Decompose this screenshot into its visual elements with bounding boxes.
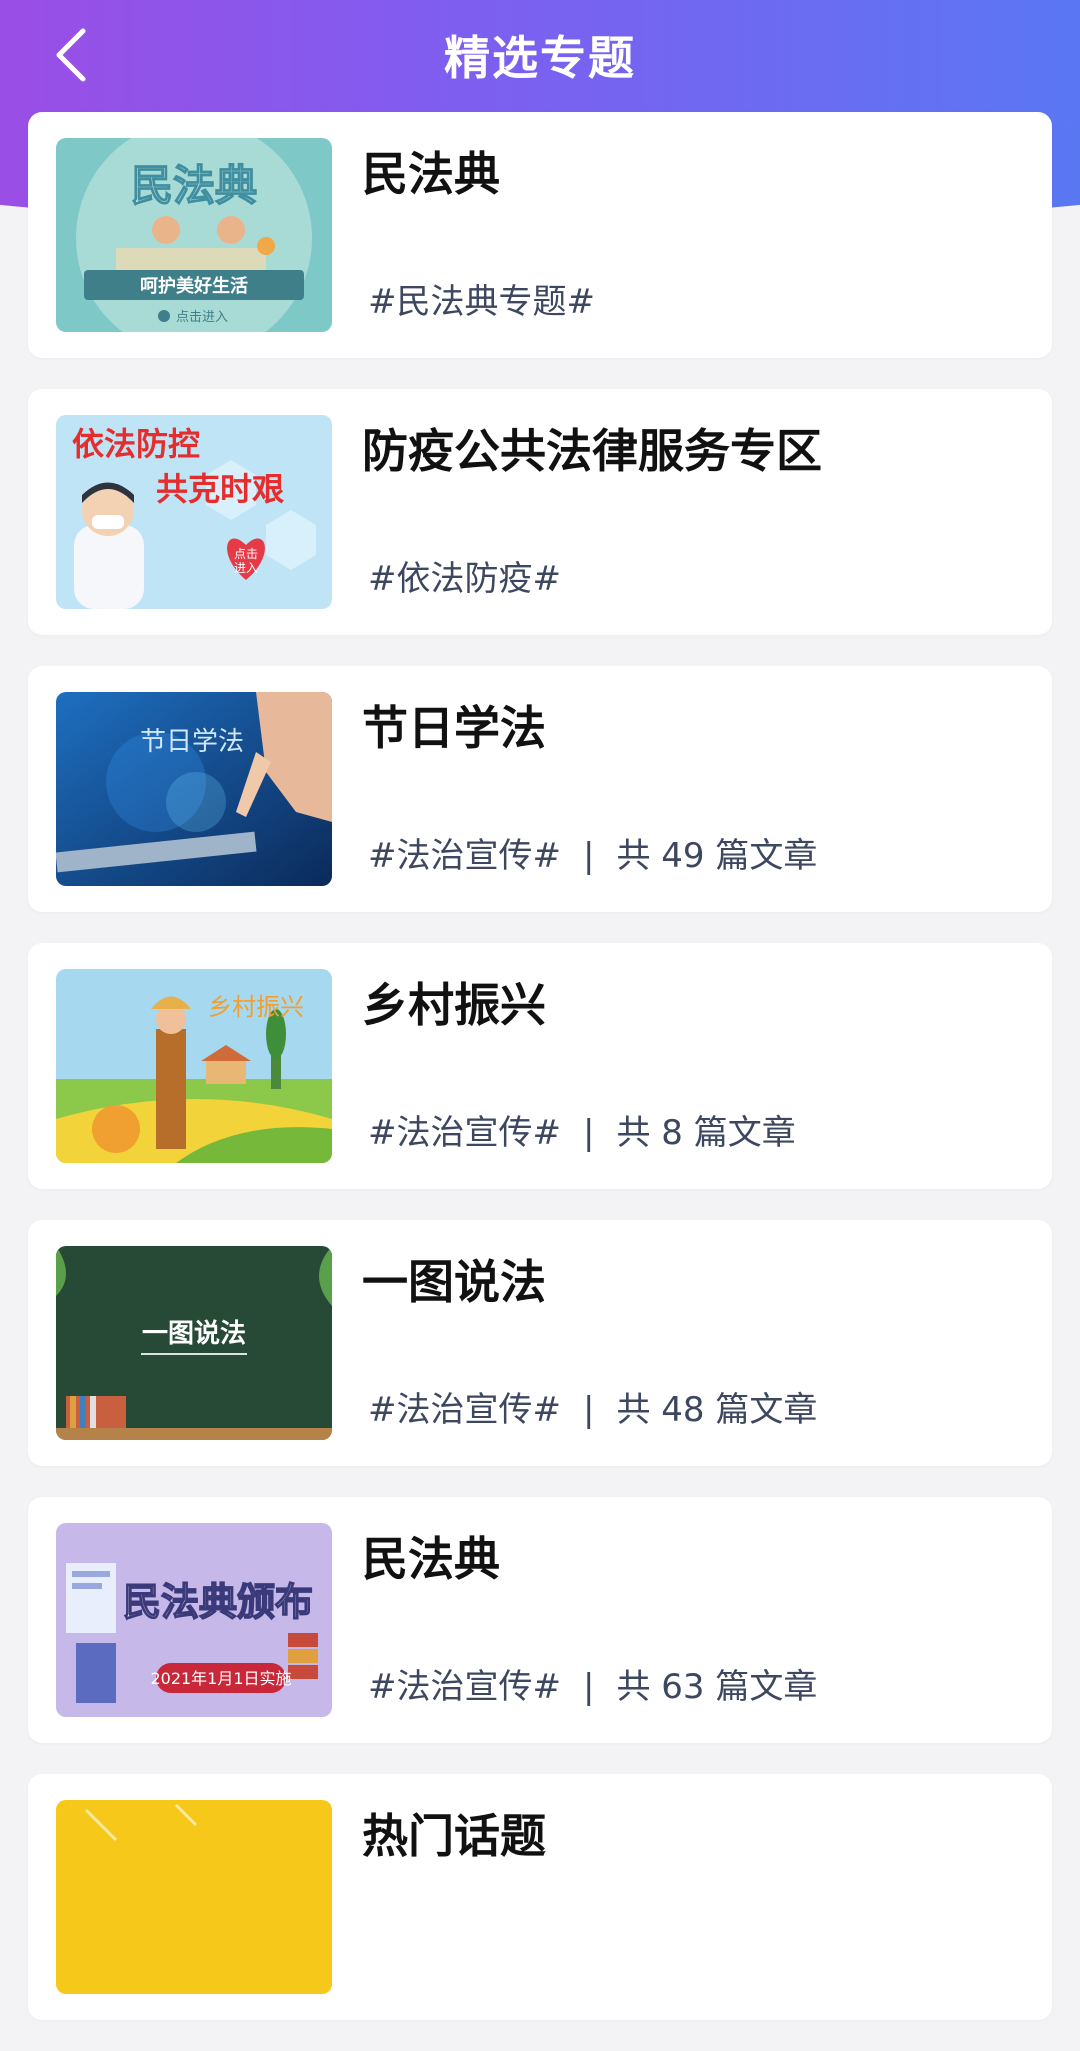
topic-meta: #法治宣传# | 共 8 篇文章 xyxy=(368,1105,796,1154)
meta-separator: | xyxy=(582,836,595,876)
topic-card-civil-code-promulgation[interactable]: 民法典颁布 2021年1月1日实施 民法典 #法治宣传# | 共 63 篇文章 xyxy=(28,1497,1052,1743)
topic-title: 一图说法 xyxy=(362,1255,546,1309)
topic-card-one-picture-law[interactable]: 一图说法 一图说法 #法治宣传# | 共 48 篇文章 xyxy=(28,1220,1052,1466)
topic-card-civil-code[interactable]: 民法典 呵护美好生活 点击进入 民法典 #民法典专题# xyxy=(28,112,1052,358)
topic-tag: #民法典专题# xyxy=(368,282,595,322)
top-bar: 精选专题 xyxy=(0,0,1080,110)
topic-card-hot-topics[interactable]: 热门话题 xyxy=(28,1774,1052,2020)
topic-title: 民法典 xyxy=(362,147,500,201)
topic-title: 节日学法 xyxy=(362,701,546,755)
thumb-title: 一图说法 xyxy=(142,1319,246,1349)
thumb-title: 民法典颁布 xyxy=(123,1580,313,1624)
topic-title: 防疫公共法律服务专区 xyxy=(362,424,822,478)
thumb-title: 节日学法 xyxy=(140,727,244,757)
page-title: 精选专题 xyxy=(444,31,636,85)
thumb-title: 民法典 xyxy=(131,161,257,210)
topic-tag: #法治宣传# xyxy=(368,1667,561,1707)
topic-title: 民法典 xyxy=(362,1532,500,1586)
topic-card-holiday-law[interactable]: 节日学法 节日学法 #法治宣传# | 共 49 篇文章 xyxy=(28,666,1052,912)
topic-meta: #依法防疫# xyxy=(368,551,561,600)
topic-thumbnail: 一图说法 xyxy=(56,1246,332,1440)
thumb-line2: 共克时艰 xyxy=(156,470,285,508)
topic-thumbnail: 依法防控 共克时艰 点击 进入 xyxy=(56,415,332,609)
topic-thumbnail xyxy=(56,1800,332,1994)
topic-thumbnail: 民法典颁布 2021年1月1日实施 xyxy=(56,1523,332,1717)
topic-tag: #依法防疫# xyxy=(368,559,561,599)
article-count: 共 49 篇文章 xyxy=(616,836,818,876)
topic-thumbnail: 乡村振兴 xyxy=(56,969,332,1163)
topic-meta: #法治宣传# | 共 48 篇文章 xyxy=(368,1382,817,1431)
article-count: 共 48 篇文章 xyxy=(616,1390,818,1430)
meta-separator: | xyxy=(582,1390,595,1430)
meta-separator: | xyxy=(582,1667,595,1707)
thumb-title: 乡村振兴 xyxy=(208,993,304,1021)
thumb-line1: 依法防控 xyxy=(72,425,200,463)
topic-card-rural-revitalization[interactable]: 乡村振兴 乡村振兴 #法治宣传# | 共 8 篇文章 xyxy=(28,943,1052,1189)
topic-meta: #民法典专题# xyxy=(368,274,595,323)
topic-list: 民法典 呵护美好生活 点击进入 民法典 #民法典专题# 依法防控 共克时艰 点击… xyxy=(28,112,1052,2051)
topic-meta: #法治宣传# | 共 49 篇文章 xyxy=(368,828,817,877)
topic-meta: #法治宣传# | 共 63 篇文章 xyxy=(368,1659,817,1708)
thumb-cta-line2: 进入 xyxy=(234,561,258,575)
topic-tag: #法治宣传# xyxy=(368,836,561,876)
topic-tag: #法治宣传# xyxy=(368,1113,561,1153)
topic-title: 乡村振兴 xyxy=(362,978,546,1032)
topic-card-epidemic-legal-service[interactable]: 依法防控 共克时艰 点击 进入 防疫公共法律服务专区 #依法防疫# xyxy=(28,389,1052,635)
article-count: 共 63 篇文章 xyxy=(616,1667,818,1707)
article-count: 共 8 篇文章 xyxy=(616,1113,796,1153)
topic-tag: #法治宣传# xyxy=(368,1390,561,1430)
thumb-banner: 呵护美好生活 xyxy=(140,275,248,297)
thumb-cta-line1: 点击 xyxy=(234,547,258,561)
topic-title: 热门话题 xyxy=(362,1809,546,1863)
topic-thumbnail: 节日学法 xyxy=(56,692,332,886)
meta-separator: | xyxy=(582,1113,595,1153)
topic-thumbnail: 民法典 呵护美好生活 点击进入 xyxy=(56,138,332,332)
thumb-date: 2021年1月1日实施 xyxy=(150,1669,291,1688)
thumb-cta: 点击进入 xyxy=(176,310,228,325)
